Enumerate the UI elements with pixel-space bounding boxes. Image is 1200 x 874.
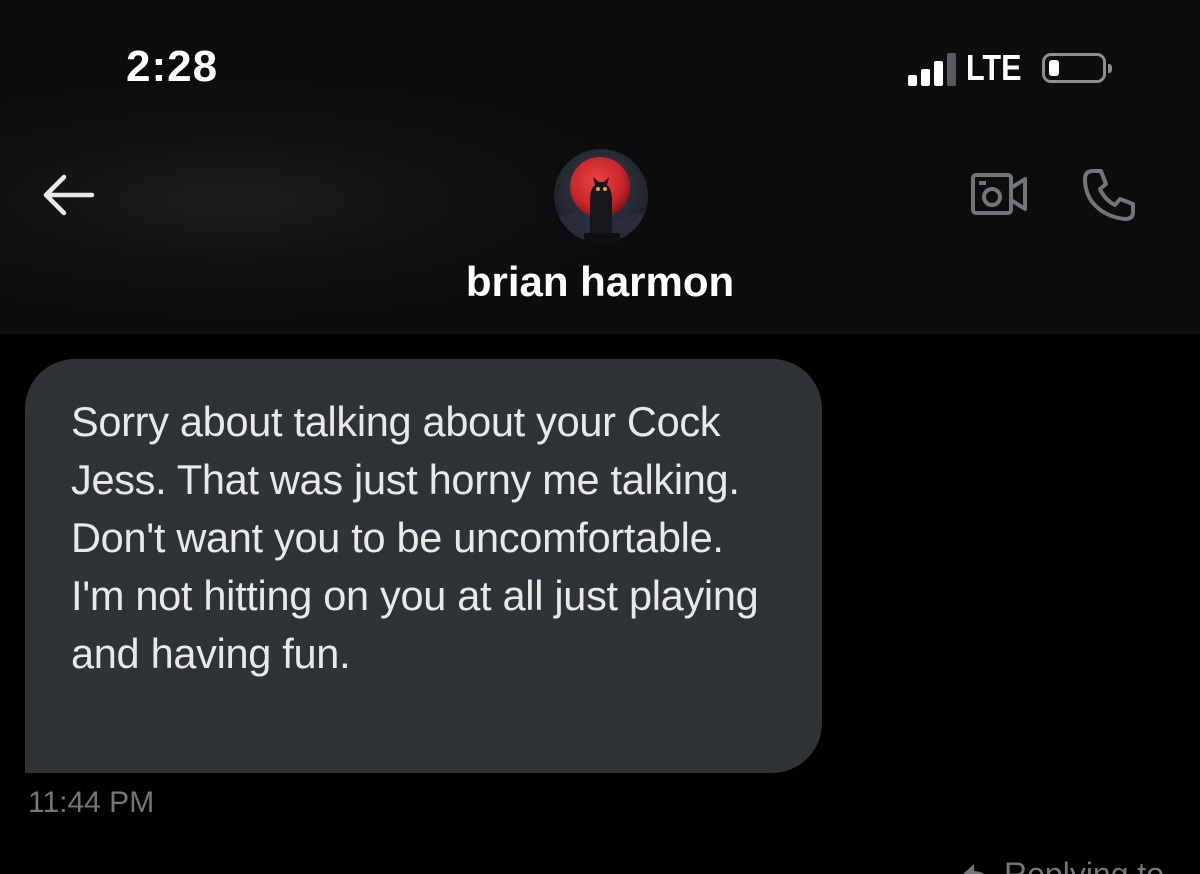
signal-bar [908, 75, 917, 86]
status-bar: 2:28 LTE [0, 0, 1200, 120]
back-button[interactable] [38, 165, 98, 225]
message-timestamp: 11:44 PM [28, 786, 155, 819]
replying-indicator[interactable]: Replying to [960, 856, 1164, 874]
incoming-message-bubble[interactable]: Sorry about talking about your Cock Jess… [25, 359, 822, 773]
voice-call-button[interactable] [1074, 160, 1144, 230]
signal-strength-icon [908, 50, 956, 86]
contact-name[interactable]: brian harmon [300, 258, 900, 306]
status-indicators: LTE [908, 47, 1112, 88]
status-time: 2:28 [126, 42, 219, 91]
battery-level [1049, 60, 1059, 76]
message-thread[interactable]: Sorry about talking about your Cock Jess… [0, 334, 1200, 874]
battery-icon [1042, 53, 1112, 83]
network-type: LTE [966, 47, 1022, 88]
dm-screen: 2:28 LTE brian harmon Sorry about talkin… [0, 0, 1200, 874]
arrow-left-icon [43, 174, 95, 216]
video-call-button[interactable] [962, 164, 1036, 224]
contact-avatar[interactable] [554, 149, 648, 243]
conversation-header: 2:28 LTE brian harmon [0, 0, 1200, 334]
phone-icon [1083, 169, 1135, 221]
owl-blood-moon-avatar-icon [554, 149, 648, 243]
reply-arrow-icon [960, 860, 994, 874]
battery-tip [1108, 64, 1112, 73]
replying-label: Replying to [1004, 856, 1165, 874]
video-camera-icon [971, 173, 1027, 215]
signal-bar [921, 69, 930, 86]
signal-bar [947, 53, 956, 86]
signal-bar [934, 61, 943, 86]
